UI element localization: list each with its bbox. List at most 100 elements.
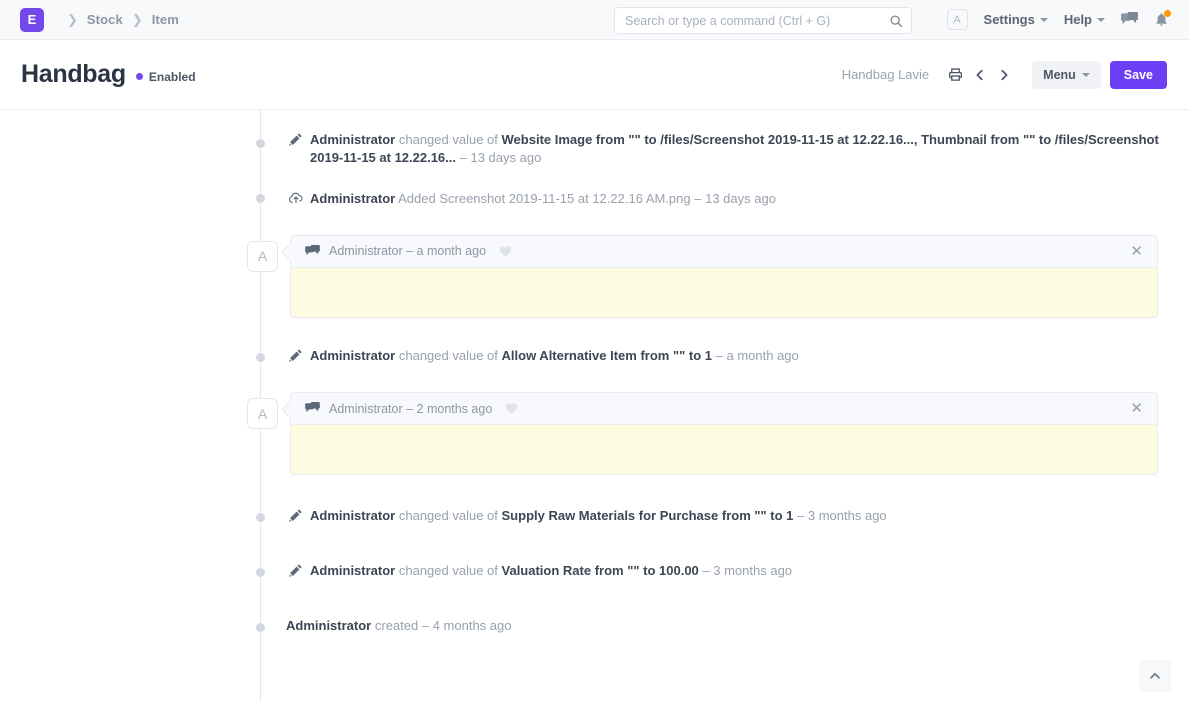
activity-text: Administrator changed value of Supply Ra… xyxy=(286,507,887,525)
save-button[interactable]: Save xyxy=(1109,60,1167,89)
activity-text: Administrator changed value of Allow Alt… xyxy=(286,347,799,365)
chevron-up-icon xyxy=(1148,669,1162,683)
page-subtitle: Handbag Lavie xyxy=(841,67,930,82)
status-label: Enabled xyxy=(148,69,196,84)
page-title: Handbag xyxy=(21,60,126,88)
activity-text: Administrator created – 4 months ago xyxy=(286,617,511,635)
avatar: A xyxy=(247,240,278,272)
print-icon[interactable] xyxy=(943,67,968,82)
comment-icon xyxy=(305,244,320,258)
notification-badge xyxy=(1164,9,1171,17)
activity-action: changed value of xyxy=(398,132,498,147)
timeline-entry: Administrator changed value of Valuation… xyxy=(244,552,1164,590)
activity-detail: Allow Alternative Item from "" to 1 xyxy=(501,347,713,363)
breadcrumb-item-item[interactable]: Item xyxy=(152,12,179,27)
search-input[interactable] xyxy=(625,13,889,28)
comment-header: Administrator – 2 months ago ✕ xyxy=(291,393,1157,425)
settings-label: Settings xyxy=(983,12,1035,27)
activity-time: – 3 months ago xyxy=(797,508,887,523)
menu-label: Menu xyxy=(1043,67,1076,82)
activity-row: Administrator changed value of Allow Alt… xyxy=(244,337,799,375)
activity-text: Administrator Added Screenshot 2019-11-1… xyxy=(286,190,776,208)
content-area: Administrator changed value of Website I… xyxy=(0,110,1189,702)
help-menu[interactable]: Help xyxy=(1064,12,1105,27)
activity-time: – 13 days ago xyxy=(694,191,776,206)
activity-timeline: Administrator changed value of Website I… xyxy=(244,110,1164,702)
activity-row: Administrator changed value of Website I… xyxy=(244,121,1164,176)
activity-user: Administrator xyxy=(310,191,396,206)
activity-row: Administrator Added Screenshot 2019-11-1… xyxy=(244,176,776,218)
comment-body[interactable] xyxy=(291,425,1157,474)
heart-icon[interactable] xyxy=(505,402,518,415)
global-search[interactable] xyxy=(614,7,912,34)
chevron-down-icon xyxy=(1039,17,1048,22)
timeline-entry: Administrator changed value of Allow Alt… xyxy=(244,337,1164,375)
activity-user: Administrator xyxy=(310,132,396,147)
activity-user: Administrator xyxy=(310,562,396,578)
timeline-entry: Administrator Added Screenshot 2019-11-1… xyxy=(244,176,1164,218)
search-icon[interactable] xyxy=(889,14,903,28)
activity-detail: Supply Raw Materials for Purchase from "… xyxy=(501,508,794,523)
activity-time: – 3 months ago xyxy=(702,562,793,578)
comment-box: Administrator – 2 months ago ✕ xyxy=(290,392,1158,475)
bell-icon[interactable] xyxy=(1154,9,1171,28)
scroll-to-top-button[interactable] xyxy=(1139,660,1171,692)
avatar: A xyxy=(247,398,278,429)
cloud-upload-icon xyxy=(288,191,303,206)
activity-user: Administrator xyxy=(310,508,396,523)
comment-icon xyxy=(305,402,320,415)
comment-entry: A Administrator – a month ago ✕ xyxy=(244,230,1164,323)
activity-text: Administrator changed value of Website I… xyxy=(286,131,1164,166)
breadcrumb-chevron-icon: ❯ xyxy=(67,12,78,27)
page-header: Handbag Enabled Handbag Lavie Menu Save xyxy=(0,40,1189,110)
previous-icon[interactable] xyxy=(968,68,992,82)
pencil-icon xyxy=(288,508,303,523)
comment-entry: A Administrator – 2 months ago ✕ xyxy=(244,387,1164,480)
breadcrumb-item-stock[interactable]: Stock xyxy=(87,12,123,27)
chat-icon[interactable] xyxy=(1121,12,1138,27)
breadcrumb: ❯ Stock ❯ Item xyxy=(58,12,179,27)
status-badge: Enabled xyxy=(135,69,196,84)
breadcrumb-chevron-icon: ❯ xyxy=(131,12,143,27)
chevron-down-icon xyxy=(1097,17,1105,22)
comment-header: Administrator – a month ago ✕ xyxy=(291,235,1157,268)
timeline-entry: Administrator changed value of Website I… xyxy=(244,121,1164,176)
activity-row: Administrator changed value of Supply Ra… xyxy=(244,497,887,535)
activity-action: changed value of xyxy=(398,347,498,363)
comment-meta: Administrator – a month ago xyxy=(329,244,487,258)
comment-box: Administrator – a month ago ✕ xyxy=(290,234,1158,318)
status-dot-icon xyxy=(135,73,143,80)
page-title-group: Handbag Enabled xyxy=(21,60,196,89)
next-icon[interactable] xyxy=(992,68,1016,82)
menu-button[interactable]: Menu xyxy=(1032,60,1101,89)
activity-time: – a month ago xyxy=(715,347,799,363)
pencil-icon xyxy=(288,132,303,147)
close-icon[interactable]: ✕ xyxy=(1128,399,1145,418)
page-header-actions: Handbag Lavie Menu Save xyxy=(841,60,1167,89)
user-avatar[interactable]: A xyxy=(946,9,968,30)
activity-action: changed value of xyxy=(398,562,498,578)
activity-action: created xyxy=(374,618,419,633)
activity-row: Administrator changed value of Valuation… xyxy=(244,552,792,590)
timeline-entry: Administrator changed value of Supply Ra… xyxy=(244,497,1164,535)
app-logo[interactable]: E xyxy=(20,7,44,32)
timeline-entry: Administrator created – 4 months ago xyxy=(244,607,1164,645)
chevron-down-icon xyxy=(1081,72,1090,77)
pencil-icon xyxy=(288,348,303,363)
activity-detail: Valuation Rate from "" to 100.00 xyxy=(501,562,699,578)
close-icon[interactable]: ✕ xyxy=(1128,242,1145,261)
navbar-actions: A Settings Help xyxy=(946,9,1175,30)
activity-user: Administrator xyxy=(286,618,372,633)
activity-time: – 13 days ago xyxy=(459,149,542,165)
comment-meta: Administrator – 2 months ago xyxy=(329,401,493,416)
comment-body[interactable] xyxy=(291,267,1157,317)
help-label: Help xyxy=(1063,12,1092,27)
heart-icon[interactable] xyxy=(499,245,512,258)
activity-row: Administrator created – 4 months ago xyxy=(244,607,511,645)
pencil-icon xyxy=(288,563,303,578)
activity-action: Added Screenshot 2019-11-15 at 12.22.16 … xyxy=(398,191,691,206)
activity-time: – 4 months ago xyxy=(421,618,512,633)
top-navbar: E ❯ Stock ❯ Item A Settings Help xyxy=(0,0,1189,40)
settings-menu[interactable]: Settings xyxy=(984,12,1048,27)
activity-text: Administrator changed value of Valuation… xyxy=(286,562,792,580)
